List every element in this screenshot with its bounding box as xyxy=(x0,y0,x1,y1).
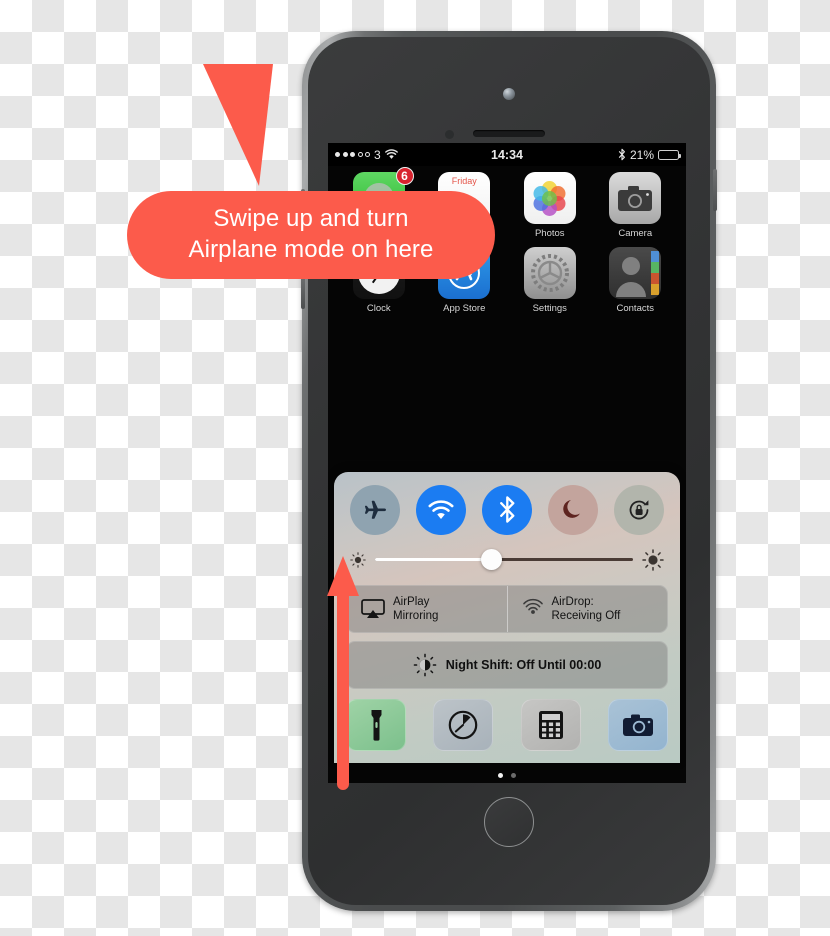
app-badge: 6 xyxy=(395,167,414,185)
app-label: Contacts xyxy=(616,303,655,314)
app-icon-camera[interactable]: Camera xyxy=(593,172,679,239)
gear-icon xyxy=(530,254,569,292)
airdrop-line2: Receiving Off xyxy=(551,609,621,622)
volume-down-button[interactable] xyxy=(301,275,305,309)
rotation-lock-toggle[interactable] xyxy=(614,484,664,535)
rotation-lock-icon xyxy=(629,500,649,520)
airplane-icon xyxy=(364,500,386,519)
app-icon-settings[interactable]: Settings xyxy=(507,247,593,314)
callout-line-1: Swipe up and turn xyxy=(213,205,409,233)
wifi-toggle[interactable] xyxy=(416,484,466,535)
carrier-label: 3 xyxy=(374,147,381,162)
bluetooth-toggle[interactable] xyxy=(482,484,532,535)
large-sun-icon xyxy=(642,549,664,571)
page-dot[interactable] xyxy=(511,773,516,778)
calendar-day-label: Friday xyxy=(451,176,477,186)
brightness-slider-row[interactable] xyxy=(344,535,670,583)
airplane-mode-toggle[interactable] xyxy=(350,484,400,535)
power-button[interactable] xyxy=(713,169,717,211)
airdrop-icon xyxy=(522,598,543,614)
timer-shortcut[interactable] xyxy=(433,699,494,751)
callout-tail xyxy=(203,64,273,186)
battery-percent-label: 21% xyxy=(629,147,654,162)
do-not-disturb-toggle[interactable] xyxy=(548,484,598,535)
app-label: Clock xyxy=(366,303,391,314)
airplay-line1: AirPlay xyxy=(393,595,430,608)
camera-glyph-icon xyxy=(618,185,653,211)
brightness-slider-track[interactable] xyxy=(375,549,633,571)
calculator-icon xyxy=(538,711,563,739)
app-label: Settings xyxy=(532,303,567,314)
brightness-slider-knob[interactable] xyxy=(480,549,502,571)
moon-icon xyxy=(562,500,580,519)
wifi-icon xyxy=(385,149,398,159)
photos-app-icon xyxy=(523,172,576,224)
airplay-line2: Mirroring xyxy=(393,609,439,622)
instruction-callout: Swipe up and turn Airplane mode on here xyxy=(127,191,495,279)
control-center-panel: AirPlay Mirroring AirDrop: Receiving Off… xyxy=(334,471,680,763)
airdrop-label-block: AirDrop: Receiving Off xyxy=(552,595,621,623)
settings-app-icon xyxy=(523,247,576,299)
night-shift-button[interactable]: Night Shift: Off Until 00:00 xyxy=(346,641,668,689)
app-label: App Store xyxy=(443,303,486,314)
callout-bubble: Swipe up and turn Airplane mode on here xyxy=(127,191,495,279)
airplay-airdrop-row: AirPlay Mirroring AirDrop: Receiving Off xyxy=(346,584,668,633)
status-bar: 3 14:34 21% xyxy=(328,143,686,166)
contacts-app-icon xyxy=(609,247,662,299)
home-button[interactable] xyxy=(484,797,534,847)
camera-app-icon xyxy=(609,172,662,224)
bluetooth-icon xyxy=(499,496,514,524)
app-label: Photos xyxy=(534,228,565,239)
page-dot-active[interactable] xyxy=(498,773,503,778)
flashlight-icon xyxy=(371,710,381,741)
calculator-shortcut[interactable] xyxy=(520,699,581,751)
airdrop-line1: AirDrop: xyxy=(551,595,594,608)
callout-line-2: Airplane mode on here xyxy=(188,236,434,263)
timer-icon xyxy=(449,710,478,740)
airplay-icon xyxy=(361,599,385,618)
page-indicator-dots xyxy=(328,773,686,778)
night-shift-label: Night Shift: Off Until 00:00 xyxy=(445,658,602,672)
proximity-sensor-icon xyxy=(445,130,454,139)
status-bar-right: 21% xyxy=(618,147,681,162)
contacts-glyph-icon xyxy=(616,251,660,297)
swipe-up-arrow xyxy=(327,556,359,790)
battery-icon xyxy=(658,149,681,160)
airdrop-button[interactable]: AirDrop: Receiving Off xyxy=(506,585,668,632)
camera-icon xyxy=(622,714,653,736)
screenshot-canvas: 3 14:34 21% 6 Friday Photos Camera Clock… xyxy=(0,0,830,936)
control-center-toggle-row xyxy=(344,482,670,535)
app-label: Camera xyxy=(618,228,653,239)
app-icon-contacts[interactable]: Contacts xyxy=(593,247,679,314)
airplay-mirroring-button[interactable]: AirPlay Mirroring xyxy=(347,586,507,632)
airplay-label-block: AirPlay Mirroring xyxy=(393,595,438,623)
camera-shortcut[interactable] xyxy=(607,699,668,751)
night-shift-icon xyxy=(413,653,437,677)
earpiece-speaker xyxy=(473,130,545,137)
control-center-shortcut-row xyxy=(346,699,668,751)
bluetooth-icon xyxy=(618,148,625,161)
front-camera-icon xyxy=(503,88,515,100)
app-icon-photos[interactable]: Photos xyxy=(507,172,593,239)
wifi-icon xyxy=(428,500,454,519)
